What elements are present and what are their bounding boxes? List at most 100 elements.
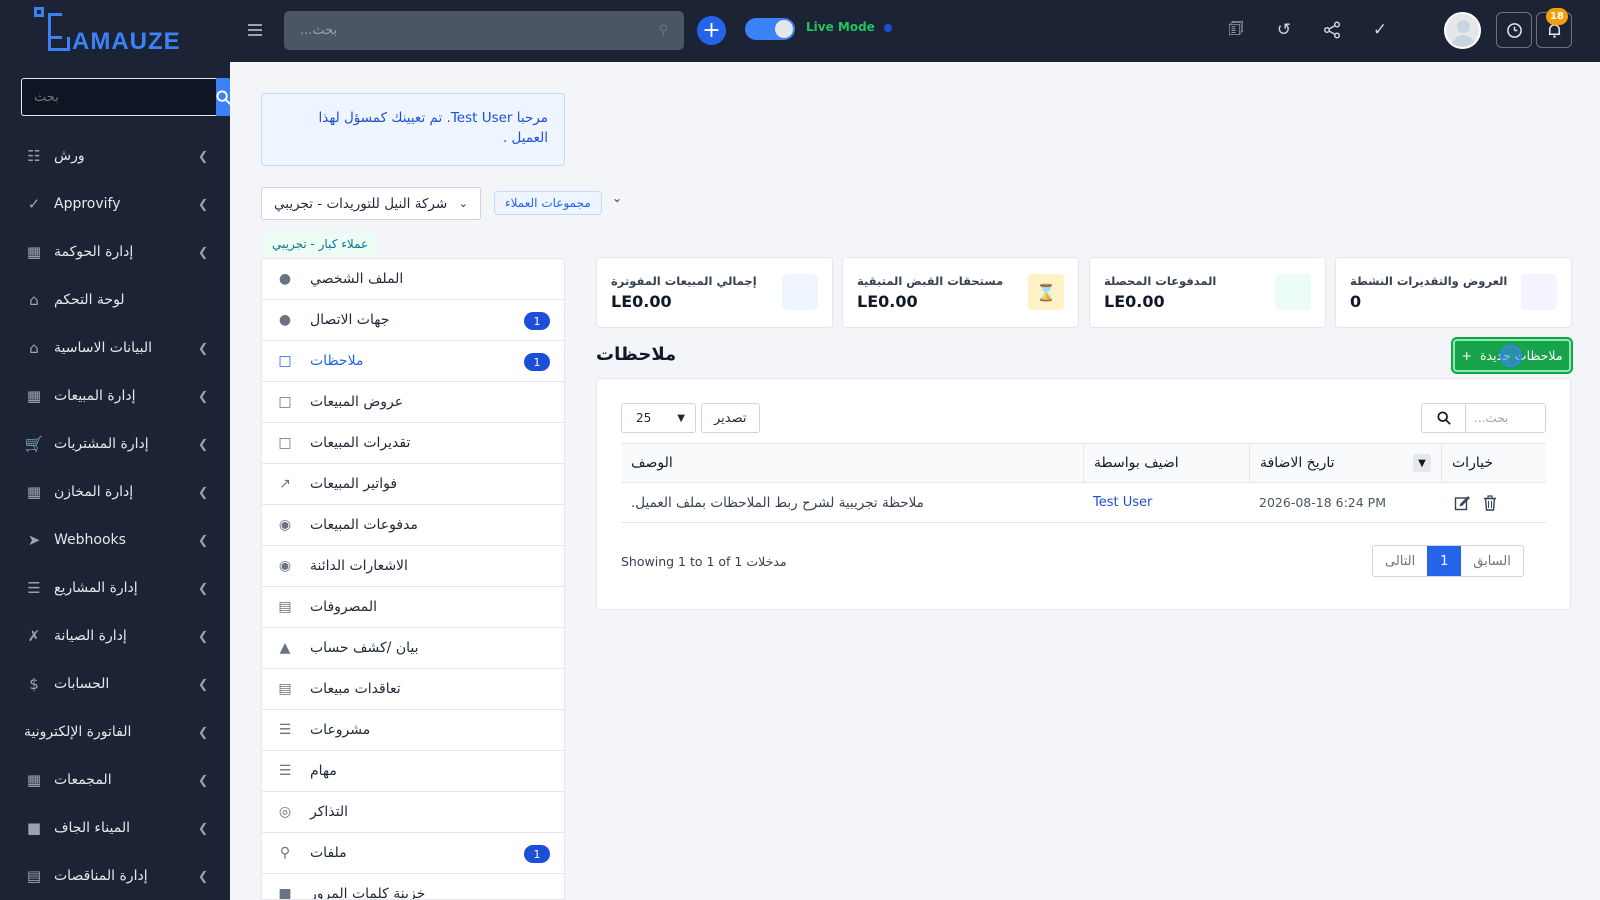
document-icon: ▤: [26, 867, 42, 885]
chevron-down-icon: ▼: [677, 412, 685, 424]
profile-menu-label: بيان /كشف حساب: [310, 640, 419, 656]
note-author-link[interactable]: Test User: [1083, 483, 1249, 522]
pagination-next[interactable]: التالى: [1373, 546, 1427, 576]
edit-icon[interactable]: [1451, 492, 1473, 514]
chevron-left-icon: ❮: [197, 485, 208, 499]
profile-menu-item[interactable]: □ عروض المبيعات: [262, 382, 564, 423]
payment-icon: [1275, 274, 1311, 310]
global-search-input[interactable]: بحث... ⚲: [284, 11, 684, 50]
profile-menu-item[interactable]: □ ملاحظات 1: [262, 341, 564, 382]
stat-value: LE0.00: [1104, 292, 1165, 311]
sidebar-search-input[interactable]: [21, 78, 216, 116]
profile-menu-item[interactable]: ⚲ ملفات 1: [262, 833, 564, 874]
sidebar-item[interactable]: ▤ إدارة المناقصات ❮: [0, 852, 230, 900]
chevron-left-icon: ❮: [197, 773, 208, 787]
share-icon[interactable]: [1319, 17, 1345, 43]
chevron-left-icon: ❮: [197, 149, 208, 163]
history-icon[interactable]: ↺: [1271, 17, 1297, 43]
sidebar-item[interactable]: ✗ إدارة الصيانة ❮: [0, 612, 230, 660]
send-icon: ➤: [27, 531, 41, 549]
timer-icon[interactable]: [1496, 12, 1532, 48]
menu-toggle-icon[interactable]: [248, 24, 262, 39]
sidebar-item-label: الفاتورة الإلكترونية: [24, 724, 132, 740]
sidebar-item[interactable]: ▦ إدارة المبيعات ❮: [0, 372, 230, 420]
sidebar-item-label: الميناء الجاف: [54, 820, 130, 836]
profile-menu-item[interactable]: ▤ المصروفات: [262, 587, 564, 628]
sidebar-item[interactable]: ➤ Webhooks ❮: [0, 516, 230, 564]
note-icon: □: [278, 353, 292, 369]
assignment-alert: مرحبا Test User. تم تعيينك كمسؤل لهذا ال…: [261, 93, 565, 166]
sidebar-item[interactable]: ✓ Approvify ❮: [0, 180, 230, 228]
check-icon[interactable]: ✓: [1367, 17, 1393, 43]
tools-icon: ✗: [27, 627, 41, 645]
profile-menu-item[interactable]: □ تقديرات المبيعات: [262, 423, 564, 464]
column-description[interactable]: الوصف: [621, 455, 1083, 471]
count-badge: 1: [524, 353, 550, 371]
sidebar-item[interactable]: ■ الميناء الجاف ❮: [0, 804, 230, 852]
sidebar-item[interactable]: ⌂ لوحة التحكم: [0, 276, 230, 324]
profile-menu-item[interactable]: ☰ مهام: [262, 751, 564, 792]
sort-chevron-icon[interactable]: ▼: [1413, 454, 1431, 472]
chevron-left-icon: ❮: [197, 869, 208, 883]
sidebar-item[interactable]: 🛒 إدارة المشتريات ❮: [0, 420, 230, 468]
search-icon[interactable]: [1422, 404, 1466, 432]
sidebar-item[interactable]: ▦ المجمعات ❮: [0, 756, 230, 804]
profile-menu-label: جهات الاتصال: [310, 312, 390, 328]
brand-logo[interactable]: AMAUZE: [0, 0, 230, 62]
stat-value: LE0.00: [857, 292, 918, 311]
profile-menu-item[interactable]: ● جهات الاتصال 1: [262, 300, 564, 341]
profile-menu-item[interactable]: ↗ فواتير المبيعات: [262, 464, 564, 505]
customer-select-value: شركة النيل للتوريدات - تجريبي: [274, 195, 448, 212]
profile-menu-item[interactable]: ▲ بيان /كشف حساب: [262, 628, 564, 669]
stat-card-invoiced: إجمالي المبيعات المفوترة LE0.00: [596, 257, 833, 328]
sidebar-item-label: ورش: [54, 148, 85, 164]
sidebar-item[interactable]: ⌂ البيانات الاساسية ❮: [0, 324, 230, 372]
chevron-left-icon: ❮: [197, 629, 208, 643]
chevron-left-icon: ❮: [197, 821, 208, 835]
profile-menu-item[interactable]: ☰ مشروعات: [262, 710, 564, 751]
tasks-icon: ☰: [278, 763, 292, 779]
customer-groups-badge[interactable]: مجموعات العملاء: [494, 191, 602, 215]
customer-tier-badge: عملاء كبار - تجريبي: [264, 233, 377, 255]
column-added-by[interactable]: اضيف بواسطة: [1083, 444, 1249, 482]
profile-menu-item[interactable]: ◉ مدفوعات المبيعات: [262, 505, 564, 546]
sidebar-item[interactable]: ▦ إدارة المخازن ❮: [0, 468, 230, 516]
sidebar-search-button[interactable]: [216, 78, 230, 116]
table-search-input[interactable]: بحث...: [1466, 404, 1545, 432]
customer-select[interactable]: شركة النيل للتوريدات - تجريبي ⌄: [261, 187, 481, 220]
note-description: ملاحظة تجريبية لشرح ربط الملاحظات بملف ا…: [631, 494, 924, 511]
sidebar-item[interactable]: ☷ ورش ❮: [0, 132, 230, 180]
export-button[interactable]: تصدير: [701, 403, 760, 433]
sidebar-item[interactable]: الفاتورة الإلكترونية ❮: [0, 708, 230, 756]
pagination-prev[interactable]: السابق: [1461, 546, 1523, 576]
sidebar-item[interactable]: ▦ إدارة الحوكمة ❮: [0, 228, 230, 276]
count-badge: 1: [524, 845, 550, 863]
profile-menu-item[interactable]: ● الملف الشخصي: [262, 259, 564, 300]
lifebuoy-icon: ◎: [278, 804, 292, 820]
quote-icon: [1521, 274, 1557, 310]
live-mode-toggle[interactable]: [745, 18, 795, 40]
profile-menu-item[interactable]: ◉ الاشعارات الدائنة: [262, 546, 564, 587]
info-icon[interactable]: [882, 22, 894, 34]
page-size-select[interactable]: 25 ▼: [621, 403, 696, 433]
note-options: [1441, 483, 1546, 522]
sidebar-item-label: Webhooks: [54, 532, 126, 548]
profile-menu-label: الاشعارات الدائنة: [310, 558, 408, 574]
trash-icon[interactable]: [1479, 492, 1501, 514]
profile-menu-item[interactable]: ▤ تعاقدات مبيعات: [262, 669, 564, 710]
invoice-icon: [782, 274, 818, 310]
column-date-added[interactable]: تاريخ الاضافة ▼: [1249, 444, 1441, 482]
pagination-current[interactable]: 1: [1427, 546, 1462, 576]
hourglass-icon: ⌛: [1028, 274, 1064, 310]
quick-create-button[interactable]: +: [697, 16, 726, 45]
id-card-icon[interactable]: 🗊: [1223, 17, 1249, 43]
chevron-down-icon[interactable]: ⌄: [612, 191, 622, 205]
cash-register-icon: ▦: [26, 387, 42, 405]
profile-menu-item[interactable]: ■ خزينة كلمات المرور: [262, 874, 564, 899]
sidebar-item[interactable]: ☰ إدارة المشاريع ❮: [0, 564, 230, 612]
table-search: بحث...: [1421, 403, 1546, 433]
user-avatar[interactable]: [1444, 12, 1481, 49]
sidebar-item[interactable]: $ الحسابات ❮: [0, 660, 230, 708]
profile-menu-item[interactable]: ◎ التذاكر: [262, 792, 564, 833]
sidebar-item-label: المجمعات: [54, 772, 112, 788]
